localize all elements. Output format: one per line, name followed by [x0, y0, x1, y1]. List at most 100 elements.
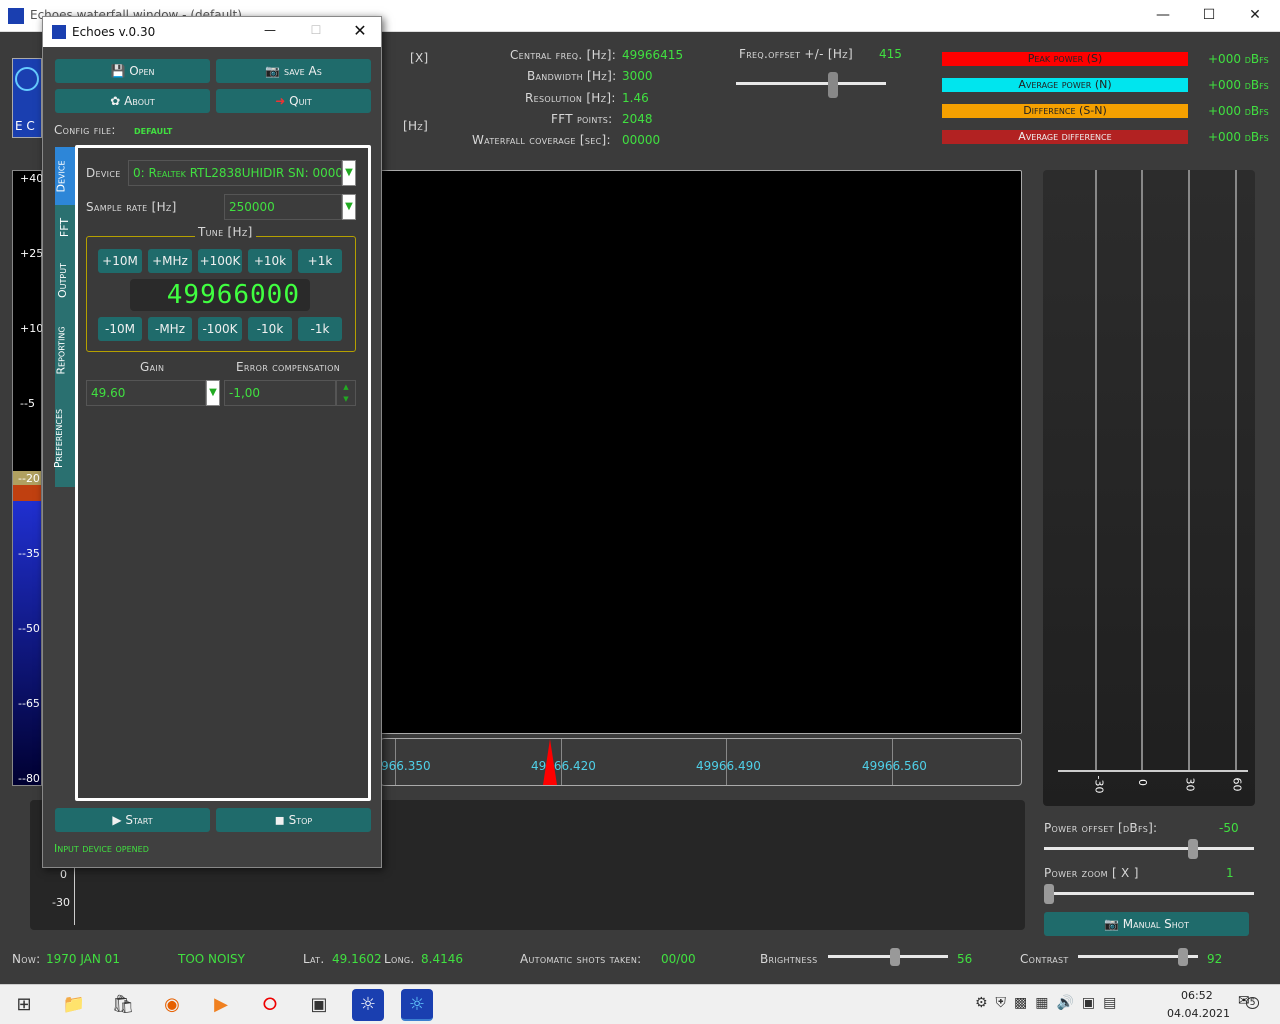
tune-plus-10k-button[interactable]: +10k [248, 249, 292, 273]
fft-points-value: 2048 [622, 112, 653, 126]
contrast-slider-knob[interactable] [1178, 948, 1188, 966]
echoes-app-icon[interactable]: ☼ [352, 989, 384, 1021]
error-compensation-stepper[interactable]: ▲ ▼ [336, 380, 356, 406]
average-difference-value: +000 dBfs [1208, 130, 1269, 144]
power-zoom-label: Power zoom [ X ] [1044, 866, 1139, 880]
brightness-slider-track[interactable] [828, 955, 948, 958]
echoes-control-dialog: Echoes v.0.30 — ☐ ✕ 💾 Open 📷 save As ✿ A… [42, 16, 382, 868]
snipping-tool-icon[interactable]: ▣ [303, 989, 335, 1021]
about-button[interactable]: ✿ About [55, 89, 210, 113]
notification-icon[interactable]: ✉5 [1238, 993, 1264, 1017]
device-label: Device [86, 166, 121, 180]
tab-fft[interactable]: FFT [55, 205, 75, 249]
shots-label: Automatic shots taken: [520, 952, 642, 966]
dialog-status-text: Input device opened [54, 842, 149, 855]
peak-power-value: +000 dBfs [1208, 52, 1269, 66]
resolution-label: Resolution [Hz]: [525, 91, 616, 105]
tab-reporting[interactable]: Reporting [55, 311, 75, 389]
media-player-icon[interactable]: ▶ [205, 989, 237, 1021]
legend-tick-1: +25 [20, 247, 44, 260]
brightness-label: Brightness [760, 952, 818, 966]
dialog-titlebar: Echoes v.0.30 — ☐ ✕ [43, 17, 381, 47]
peak-power-bar: Peak power (S) [942, 52, 1188, 66]
gain-dropdown-arrow[interactable]: ▼ [206, 380, 220, 406]
quit-button[interactable]: ➜ Quit [216, 89, 371, 113]
legend-tick-7: --65 [18, 697, 40, 710]
tune-plus-mhz-button[interactable]: +MHz [148, 249, 192, 273]
minimize-button[interactable]: — [1140, 0, 1186, 32]
x-label: [X] [410, 51, 429, 65]
noise-status: TOO NOISY [178, 952, 245, 966]
power-offset-slider-track[interactable] [1044, 847, 1254, 850]
device-select[interactable]: 0: Realtek RTL2838UHIDIR SN: 0000 [128, 160, 342, 186]
tune-minus-10m-button[interactable]: -10M [98, 317, 142, 341]
start-button[interactable]: ▶ Start [55, 808, 210, 832]
tune-frequency-display: 49966000 [130, 279, 310, 311]
tune-plus-10m-button[interactable]: +10M [98, 249, 142, 273]
frequency-scale: 966.350 49966.420 49966.490 49966.560 [380, 738, 1022, 786]
power-zoom-value: 1 [1226, 866, 1234, 880]
legend-tick-0: +40 [20, 172, 44, 185]
freq-tick-0: 966.350 [381, 759, 431, 773]
difference-value: +000 dBfs [1208, 104, 1269, 118]
close-button[interactable]: ✕ [1232, 0, 1278, 32]
central-freq-value: 49966415 [622, 48, 684, 62]
sample-rate-dropdown-arrow[interactable]: ▼ [342, 194, 356, 220]
echoes-active-icon[interactable]: ☼ [401, 989, 433, 1021]
tab-device[interactable]: Device [55, 147, 75, 205]
dialog-close-button[interactable]: ✕ [345, 21, 375, 40]
power-zoom-slider-knob[interactable] [1044, 884, 1054, 904]
error-compensation-spinbox[interactable]: -1,00 [224, 380, 336, 406]
dialog-maximize-button[interactable]: ☐ [301, 23, 331, 37]
windows-start-icon[interactable]: ⊞ [8, 989, 40, 1021]
opera-icon[interactable]: ⭘ [254, 989, 286, 1021]
tune-plus-100k-button[interactable]: +100K [198, 249, 242, 273]
coverage-value: 00000 [622, 133, 661, 147]
waterfall-display[interactable] [370, 170, 1022, 734]
right-tick-1: 0 [1136, 779, 1149, 786]
frequency-marker [543, 739, 557, 785]
hz-label: [Hz] [403, 119, 429, 133]
average-power-bar: Average power (N) [942, 78, 1188, 92]
tune-minus-1k-button[interactable]: -1k [298, 317, 342, 341]
tune-minus-100k-button[interactable]: -100K [198, 317, 242, 341]
freq-offset-slider-track[interactable] [736, 82, 886, 85]
store-icon[interactable]: 🛍 [107, 989, 139, 1021]
clock-date[interactable]: 04.04.2021 [1167, 1007, 1230, 1020]
manual-shot-button[interactable]: 📷 Manual Shot [1044, 912, 1249, 936]
right-tick-2: 30 [1183, 777, 1197, 792]
clock-time[interactable]: 06:52 [1181, 989, 1213, 1002]
tune-minus-mhz-button[interactable]: -MHz [148, 317, 192, 341]
firefox-icon[interactable]: ◉ [156, 989, 188, 1021]
gain-select[interactable]: 49.60 [86, 380, 206, 406]
dialog-title: Echoes v.0.30 [72, 25, 156, 39]
open-button[interactable]: 💾 Open [55, 59, 210, 83]
shots-value: 00/00 [661, 952, 696, 966]
tab-preferences[interactable]: Preferences [52, 389, 75, 487]
file-explorer-icon[interactable]: 📁 [58, 989, 90, 1021]
tab-output[interactable]: Output [55, 249, 75, 311]
legend-tick-2: +10 [20, 322, 44, 335]
tray-icons[interactable]: ⚙⛨▩▦🔊▣▤ [975, 995, 1124, 1011]
tune-minus-10k-button[interactable]: -10k [248, 317, 292, 341]
long-label: Long. [384, 952, 415, 966]
error-compensation-label: Error compensation [236, 360, 341, 374]
quit-icon: ➜ [275, 94, 286, 108]
dialog-minimize-button[interactable]: — [255, 23, 285, 37]
maximize-button[interactable]: ☐ [1186, 0, 1232, 32]
brightness-slider-knob[interactable] [890, 948, 900, 966]
save-as-icon: 📷 [265, 64, 281, 78]
power-zoom-slider-track[interactable] [1044, 892, 1254, 895]
sample-rate-select[interactable]: 250000 [224, 194, 342, 220]
coverage-label: Waterfall coverage [sec]: [472, 133, 611, 147]
device-dropdown-arrow[interactable]: ▼ [342, 160, 356, 186]
power-offset-slider-knob[interactable] [1188, 839, 1198, 859]
lat-label: Lat. [303, 952, 325, 966]
tune-plus-1k-button[interactable]: +1k [298, 249, 342, 273]
legend-tick-5: --35 [18, 547, 40, 560]
freq-tick-2: 49966.490 [696, 759, 761, 773]
save-as-button[interactable]: 📷 save As [216, 59, 371, 83]
stop-button[interactable]: ◼ Stop [216, 808, 371, 832]
freq-offset-slider-knob[interactable] [828, 72, 838, 98]
right-tick-3: 60 [1230, 777, 1244, 792]
